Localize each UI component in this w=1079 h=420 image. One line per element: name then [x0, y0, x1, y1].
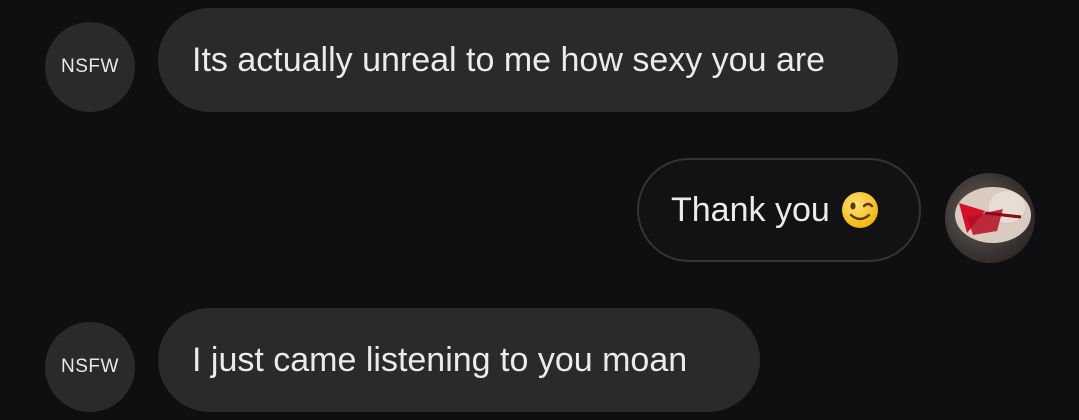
message-text: I just came listening to you moan — [192, 340, 688, 379]
avatar-label: NSFW — [61, 56, 119, 77]
outgoing-message-bubble[interactable]: Thank you — [637, 158, 921, 262]
winking-face-emoji — [840, 190, 880, 230]
contact-avatar[interactable]: NSFW — [45, 22, 135, 112]
contact-avatar[interactable]: NSFW — [45, 322, 135, 412]
chat-thread: NSFW Its actually unreal to me how sexy … — [0, 0, 1079, 420]
message-text: Its actually unreal to me how sexy you a… — [192, 40, 826, 79]
message-text: Thank you — [671, 190, 830, 229]
user-avatar[interactable] — [945, 173, 1035, 263]
profile-photo — [955, 187, 1031, 243]
incoming-message-bubble[interactable]: Its actually unreal to me how sexy you a… — [158, 8, 898, 112]
avatar-label: NSFW — [61, 356, 119, 377]
incoming-message-bubble[interactable]: I just came listening to you moan — [158, 308, 760, 412]
